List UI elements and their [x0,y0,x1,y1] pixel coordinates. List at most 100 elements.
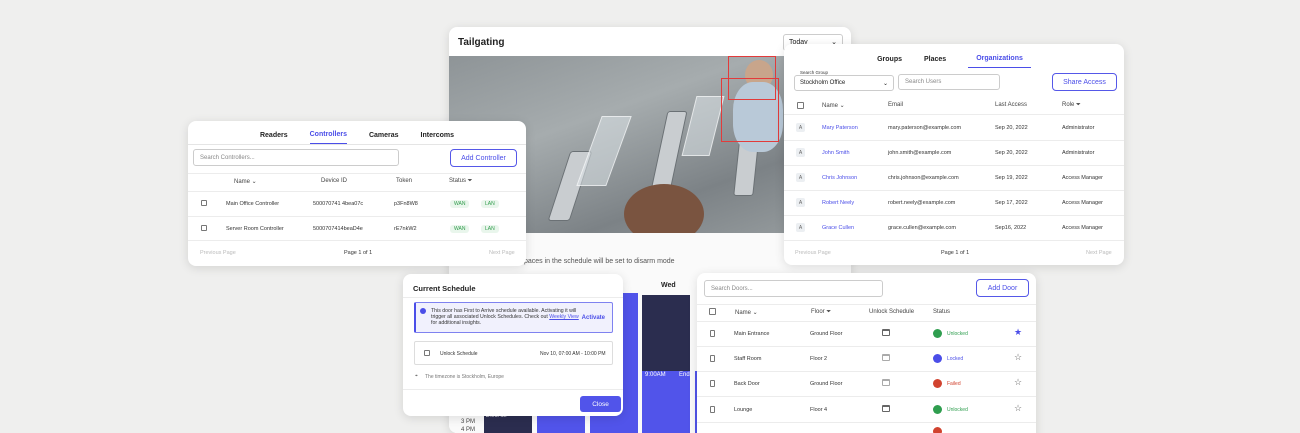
door-icon [710,355,715,362]
divider [784,190,1124,191]
door-name[interactable]: Back Door [734,381,760,387]
weekly-view-link[interactable]: Weekly View [549,314,579,320]
divider [784,140,1124,141]
timezone-text: The timezone is Stockholm, Europe [425,374,504,380]
column-role[interactable]: Role ⏷ [1062,102,1081,109]
calendar-icon[interactable] [882,329,890,336]
calendar-icon[interactable] [882,405,890,412]
user-role: Access Manager [1062,175,1103,181]
tab-organizations[interactable]: Organizations [968,55,1031,68]
next-page-link[interactable]: Next Page [489,250,515,256]
current-schedule-dialog: Current Schedule This door has First to … [403,274,623,416]
tab-controllers[interactable]: Controllers [309,131,347,144]
user-name[interactable]: Grace Cullen [822,225,854,231]
turnstile-glass [681,96,725,156]
door-status: Unlocked [947,407,968,413]
share-access-button[interactable]: Share Access [1052,73,1117,91]
column-floor[interactable]: Floor ⏷ [811,309,831,316]
column-name[interactable]: Name ⌄ [234,178,257,185]
select-all-checkbox[interactable] [797,102,804,109]
next-page-link[interactable]: Next Page [1086,250,1112,256]
controller-name[interactable]: Server Room Controller [226,226,284,232]
star-outline-icon[interactable]: ☆ [1014,378,1022,387]
column-status[interactable]: Status ⏷ [449,178,472,185]
divider [784,240,1124,241]
divider [697,346,1036,347]
column-name[interactable]: Name ⌄ [735,309,758,316]
unlocked-icon [933,405,942,414]
divider [188,216,526,217]
schedule-icon [424,350,430,356]
last-access: Sep 17, 2022 [995,200,1028,206]
search-users-input[interactable]: Search Users [898,74,1000,90]
door-floor: Floor 4 [810,407,828,413]
tab-intercoms[interactable]: Intercoms [421,132,454,144]
avatar: A [796,123,805,132]
previous-page-link[interactable]: Previous Page [200,250,236,256]
search-controllers-input[interactable]: Search Controllers... [193,149,399,166]
schedule-name: Unlock Schedule [440,351,478,357]
avatar: A [796,198,805,207]
chevron-down-icon: ⌄ [882,80,888,87]
controller-icon [201,225,207,231]
tab-groups[interactable]: Groups [877,56,902,68]
lan-badge: LAN [481,225,499,233]
divider [697,321,1036,322]
door-icon [710,380,715,387]
last-access: Sep 19, 2022 [995,175,1028,181]
page-indicator: Page 1 of 1 [941,250,970,256]
user-name[interactable]: Chris Johnson [822,175,857,181]
previous-page-link[interactable]: Previous Page [795,250,831,256]
last-access: Sep 20, 2022 [995,150,1028,156]
close-button[interactable]: Close [580,396,621,412]
door-name[interactable]: Main Entrance [734,331,769,337]
unlocked-icon [933,329,942,338]
door-icon [710,330,715,337]
tab-cameras[interactable]: Cameras [369,132,399,144]
add-controller-button[interactable]: Add Controller [450,149,517,167]
divider [188,191,526,192]
schedule-hint: paces in the schedule will be set to dis… [524,258,675,265]
schedule-row[interactable]: Unlock Schedule Nov 10, 07:00 AM - 10:00… [414,341,613,365]
search-doors-input[interactable]: Search Doors... [704,280,883,297]
divider [784,165,1124,166]
search-group-select[interactable]: Stockholm Office ⌄ [794,75,894,91]
calendar-event[interactable] [642,371,690,433]
door-name[interactable]: Lounge [734,407,752,413]
calendar-icon[interactable] [882,379,890,386]
user-role: Access Manager [1062,200,1103,206]
tab-places[interactable]: Places [924,56,946,68]
user-name[interactable]: Robert Neely [822,200,854,206]
event-time: 9:00AM [645,372,666,378]
star-outline-icon[interactable]: ☆ [1014,353,1022,362]
divider [188,240,526,241]
door-floor: Floor 2 [810,356,828,362]
time-label-4pm: 4 PM [461,427,476,433]
divider [697,422,1036,423]
star-outline-icon[interactable]: ☆ [1014,404,1022,413]
wan-badge: WAN [450,200,470,208]
wan-badge: WAN [450,225,470,233]
user-email: john.smith@example.com [888,150,952,156]
door-name[interactable]: Staff Room [734,356,761,362]
divider [697,396,1036,397]
controller-name[interactable]: Main Office Controller [226,201,279,207]
column-email: Email [888,102,904,108]
controller-token: p3Fn8W8 [394,201,418,207]
activate-button[interactable]: Activate [582,315,605,321]
door-icon [710,406,715,413]
column-token: Token [396,178,413,184]
avatar: A [796,223,805,232]
user-email: robert.neely@example.com [888,200,956,206]
tab-readers[interactable]: Readers [260,132,288,144]
add-door-button[interactable]: Add Door [976,279,1029,297]
star-filled-icon[interactable]: ★ [1014,328,1022,337]
user-name[interactable]: John Smith [822,150,850,156]
select-all-checkbox[interactable] [709,308,716,315]
user-name[interactable]: Mary Paterson [822,125,858,131]
avatar: A [796,173,805,182]
column-name[interactable]: Name ⌄ [822,102,845,109]
calendar-icon[interactable] [882,354,890,361]
locked-icon [933,354,942,363]
user-role: Access Manager [1062,225,1103,231]
